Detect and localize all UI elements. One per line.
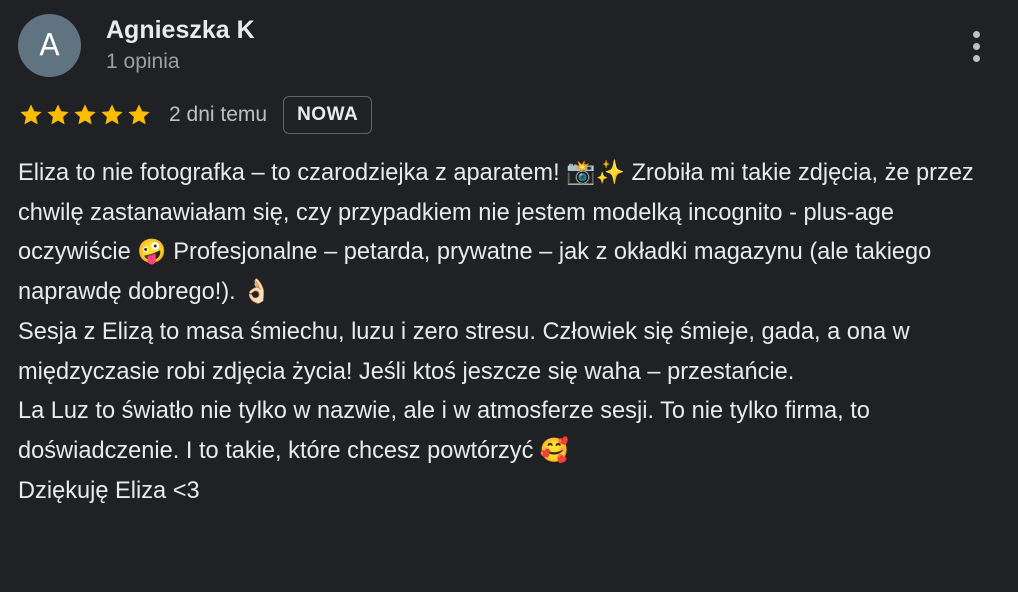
review-paragraph: La Luz to światło nie tylko w nazwie, al… bbox=[18, 398, 877, 464]
star-icon bbox=[126, 102, 152, 128]
review-meta: 2 dni temu NOWA bbox=[18, 94, 373, 136]
review-count: 1 opinia bbox=[106, 50, 180, 73]
review-paragraph: Sesja z Elizą to masa śmiechu, luzu i ze… bbox=[18, 318, 917, 385]
avatar[interactable]: A bbox=[18, 14, 81, 77]
review-text: Eliza to nie fotografka – to czarodziejk… bbox=[18, 154, 1008, 511]
review-date: 2 dni temu bbox=[169, 103, 268, 126]
star-icon bbox=[72, 102, 98, 128]
review-paragraph: Dziękuję Eliza <3 bbox=[18, 477, 200, 504]
more-vert-icon bbox=[972, 30, 980, 62]
new-badge: NOWA bbox=[283, 96, 373, 134]
star-icon bbox=[45, 102, 71, 128]
star-icon bbox=[18, 102, 44, 128]
star-icon bbox=[99, 102, 125, 128]
author-name[interactable]: Agnieszka K bbox=[106, 14, 255, 46]
review-paragraph: Eliza to nie fotografka – to czarodziejk… bbox=[18, 160, 981, 306]
star-rating bbox=[18, 102, 152, 128]
more-options-button[interactable] bbox=[960, 24, 992, 68]
